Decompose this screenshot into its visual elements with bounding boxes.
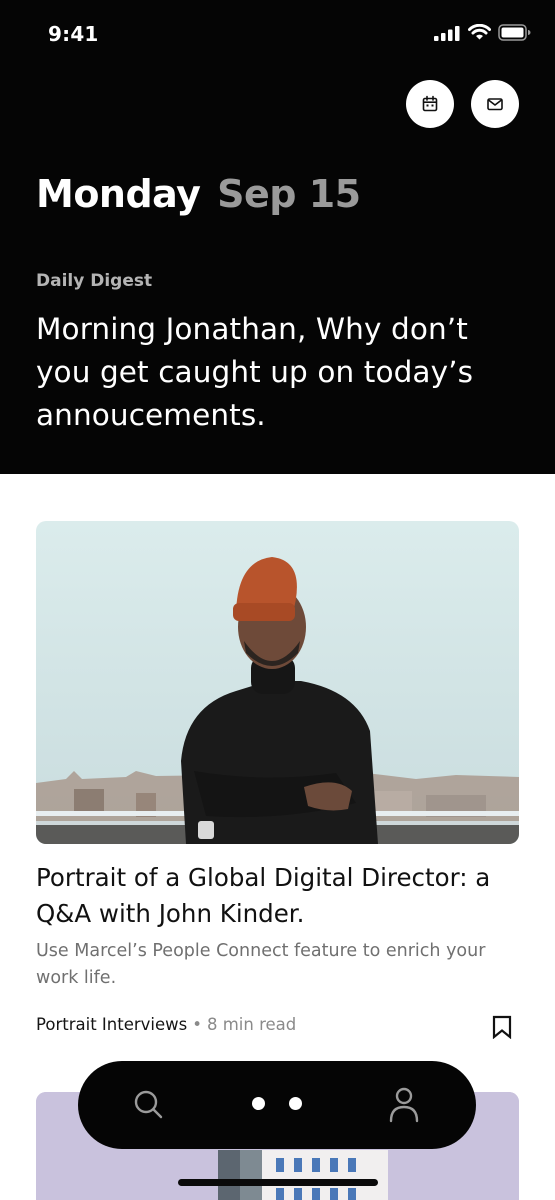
home-indicator <box>178 1179 378 1186</box>
mail-icon <box>487 98 503 111</box>
day-name: Monday <box>36 172 201 216</box>
nav-profile-button[interactable] <box>386 1085 422 1125</box>
page-title: Monday Sep 15 <box>36 172 361 216</box>
more-dots-icon <box>252 1097 265 1110</box>
search-icon <box>134 1090 163 1119</box>
cellular-signal-icon <box>434 25 460 41</box>
mail-button[interactable] <box>471 80 519 128</box>
article-meta: Portrait Interviews • 8 min read <box>36 1015 296 1034</box>
bottom-nav-bar <box>78 1061 476 1149</box>
profile-icon <box>389 1087 419 1123</box>
status-icons <box>434 24 531 41</box>
article-image[interactable] <box>36 521 519 844</box>
greeting-text: Morning Jonathan, Why don’t you get caug… <box>36 312 474 432</box>
bookmark-icon <box>492 1015 512 1040</box>
section-label: Daily Digest <box>36 271 153 291</box>
article-category[interactable]: Portrait Interviews <box>36 1015 187 1034</box>
bookmark-button[interactable] <box>491 1015 513 1040</box>
battery-icon <box>498 24 531 41</box>
status-bar: 9:41 <box>0 0 555 64</box>
nav-more-button[interactable] <box>252 1097 302 1113</box>
calendar-icon <box>422 95 438 112</box>
digest-header: 9:41 Monday Sep 15 Daily Digest Morning … <box>0 0 555 474</box>
meta-separator: • <box>192 1015 202 1034</box>
article-title[interactable]: Portrait of a Global Digital Director: a… <box>36 860 519 932</box>
more-dots-icon <box>289 1097 302 1110</box>
wifi-icon <box>468 24 491 40</box>
nav-search-button[interactable] <box>130 1087 166 1123</box>
calendar-button[interactable] <box>406 80 454 128</box>
date-label: Sep 15 <box>217 172 361 216</box>
article-description: Use Marcel’s People Connect feature to e… <box>36 941 486 988</box>
read-time: 8 min read <box>206 1015 297 1034</box>
status-time: 9:41 <box>48 22 99 46</box>
